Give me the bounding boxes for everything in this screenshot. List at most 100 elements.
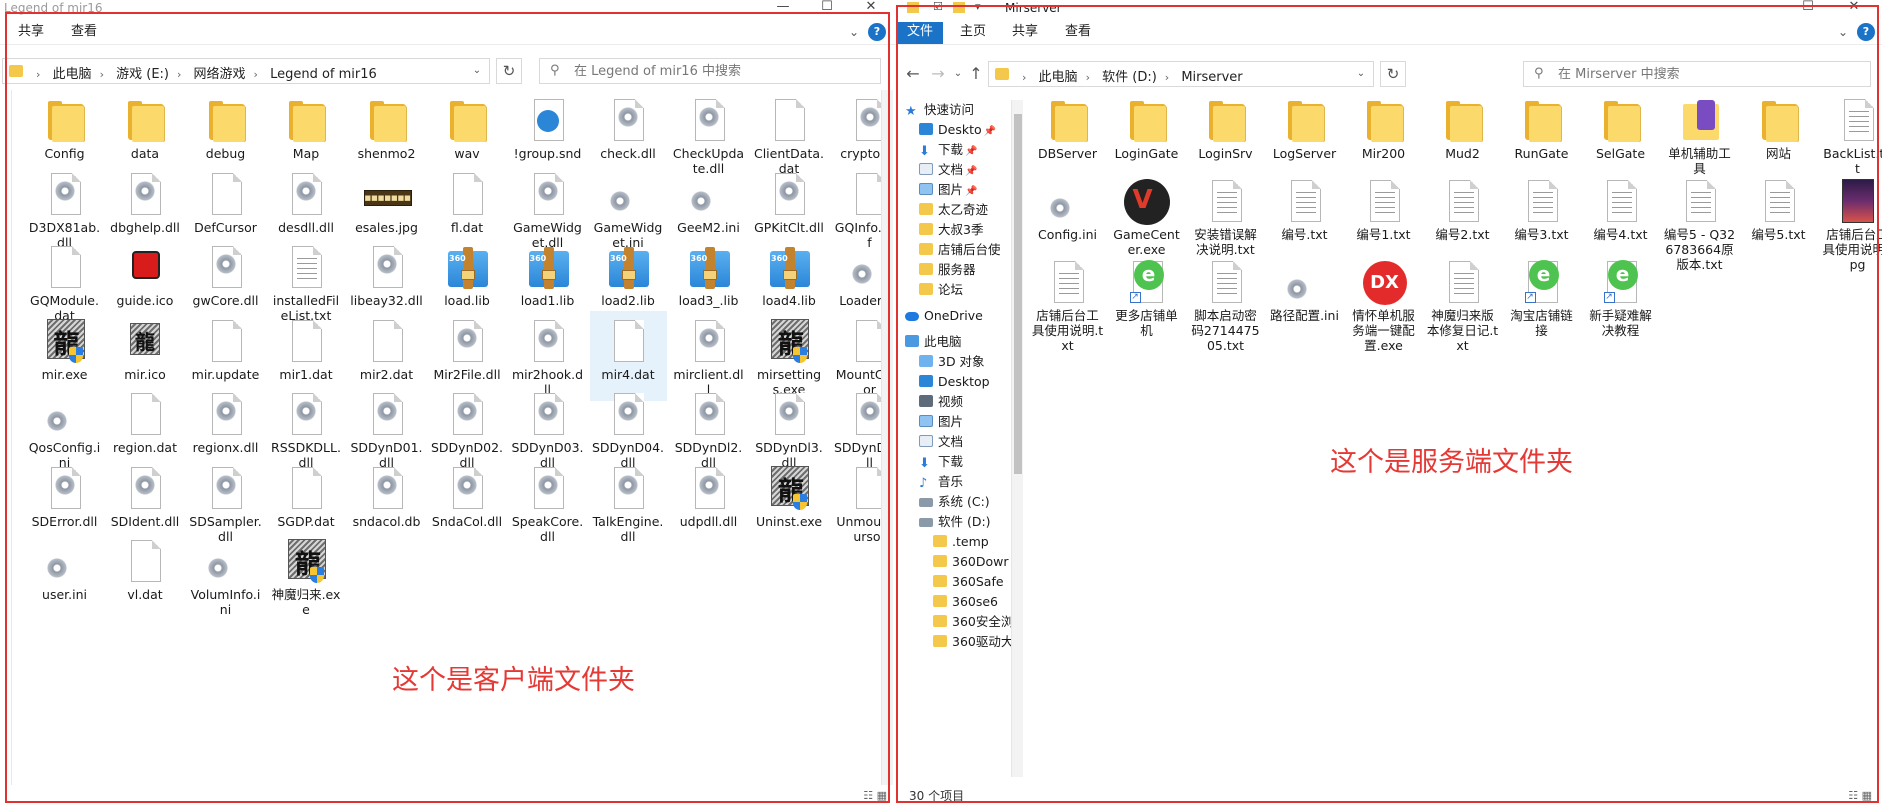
nav-item[interactable]: 软件 (D:)	[919, 512, 991, 532]
right-search-box[interactable]: ⚲	[1523, 61, 1871, 87]
breadcrumb-item[interactable]: 此电脑	[53, 63, 92, 82]
nav-item[interactable]: 大叔3季	[919, 220, 983, 240]
breadcrumb-item[interactable]: 游戏 (E:)	[116, 63, 169, 82]
file-item[interactable]: 龍神魔归来.exe	[268, 531, 345, 621]
right-minimize-button[interactable]: —	[1742, 0, 1770, 17]
nav-item[interactable]: OneDrive	[905, 306, 983, 326]
file-item[interactable]: Config.ini	[1029, 171, 1106, 261]
back-arrow-icon[interactable]: ←	[903, 64, 923, 84]
left-close-button[interactable]: ✕	[857, 0, 885, 17]
file-item[interactable]: 编号5 - Q326783664原版本.txt	[1661, 171, 1738, 272]
nav-item[interactable]: 3D 对象	[919, 352, 985, 372]
file-item[interactable]: 安装错误解决说明.txt	[1187, 171, 1264, 261]
nav-item[interactable]: 360驱动大	[933, 632, 1013, 652]
file-item[interactable]: SpeakCore.dll	[509, 458, 586, 548]
tab-file[interactable]: 文件	[897, 22, 943, 44]
nav-item[interactable]: 视频	[919, 392, 963, 412]
right-close-button[interactable]: ✕	[1840, 0, 1868, 17]
file-item[interactable]: 编号2.txt	[1424, 171, 1501, 261]
left-tab-view[interactable]: 查看	[64, 22, 104, 44]
file-item[interactable]: 神魔归来版本修复日记.txt	[1424, 252, 1501, 353]
right-help-icon[interactable]: ?	[1857, 23, 1875, 41]
nav-item[interactable]: ★ 快速访问	[905, 100, 974, 120]
file-item[interactable]: 编号.txt	[1266, 171, 1343, 261]
breadcrumb-item[interactable]: 软件 (D:)	[1102, 66, 1157, 85]
file-item[interactable]: TalkEngine.dll	[590, 458, 667, 548]
search-input[interactable]	[574, 62, 874, 80]
file-item[interactable]: e ↗ 淘宝店铺链接	[1503, 252, 1580, 342]
left-minimize-button[interactable]: —	[769, 0, 797, 17]
file-item[interactable]: LoginSrv	[1187, 90, 1264, 180]
nav-item[interactable]: 店铺后台使	[919, 240, 1001, 260]
file-item[interactable]: V GameCenter.exe	[1108, 171, 1185, 261]
left-scrollbar[interactable]	[881, 90, 893, 785]
file-item[interactable]: VolumInfo.ini	[187, 531, 264, 621]
file-item[interactable]: 路径配置.ini	[1266, 252, 1343, 342]
left-view-toggle[interactable]: ☷ ▦	[857, 789, 887, 802]
left-help-icon[interactable]: ?	[868, 23, 886, 41]
nav-item[interactable]: 系统 (C:)	[919, 492, 990, 512]
file-item[interactable]: LogServer	[1266, 90, 1343, 180]
left-tab-share[interactable]: 共享	[11, 22, 51, 44]
nav-item[interactable]: 论坛	[919, 280, 963, 300]
file-item[interactable]: DBServer	[1029, 90, 1106, 180]
up-arrow-icon[interactable]: ↑	[966, 64, 986, 84]
customize-toolbar-icon[interactable]: ▾	[975, 0, 981, 13]
nav-item[interactable]: 太乙奇迹	[919, 200, 988, 220]
file-item[interactable]: SndaCol.dll	[429, 458, 506, 548]
right-view-toggle[interactable]: ☷ ▦	[1842, 789, 1872, 802]
left-address-bar[interactable]: › 此电脑 › 游戏 (E:) › 网络游戏 › Legend of mir16 ⌄	[2, 58, 490, 84]
tab-home[interactable]: 主页	[953, 22, 993, 44]
search-input[interactable]	[1558, 65, 1858, 83]
nav-item[interactable]: 360se6	[933, 592, 998, 612]
file-item[interactable]: 编号5.txt	[1740, 171, 1817, 261]
file-item[interactable]: vl.dat	[107, 531, 184, 621]
file-item[interactable]: Mud2	[1424, 90, 1501, 180]
nav-item[interactable]: 图片 📌	[919, 180, 977, 200]
nav-item[interactable]: 360Dowr	[933, 552, 1009, 572]
nav-item[interactable]: ♪ 音乐	[919, 472, 963, 492]
nav-item[interactable]: Desktop	[919, 372, 990, 392]
file-item[interactable]: Mir200	[1345, 90, 1422, 180]
nav-item[interactable]: ⬇ 下载 📌	[919, 140, 977, 160]
file-item[interactable]: user.ini	[26, 531, 103, 621]
nav-item[interactable]: ⬇ 下载	[919, 452, 963, 472]
refresh-button[interactable]: ↻	[1380, 61, 1406, 87]
file-item[interactable]: 店铺后台工具使用说明.txt	[1029, 252, 1106, 353]
file-item[interactable]: BackList.txt	[1819, 90, 1882, 180]
forward-arrow-icon[interactable]: →	[928, 64, 948, 84]
file-item[interactable]: sndacol.db	[348, 458, 425, 548]
address-dropdown-icon[interactable]: ⌄	[1349, 62, 1373, 86]
file-item[interactable]: 编号3.txt	[1503, 171, 1580, 261]
file-item[interactable]: 网站	[1740, 90, 1817, 180]
tab-share[interactable]: 共享	[1005, 22, 1045, 44]
breadcrumb-item[interactable]: 此电脑	[1039, 66, 1078, 85]
left-ribbon-expand-icon[interactable]: ⌄	[845, 23, 863, 41]
file-item[interactable]: udpdll.dll	[670, 458, 747, 548]
nav-item[interactable]: 360Safe	[933, 572, 1004, 592]
file-item[interactable]: 编号4.txt	[1582, 171, 1659, 261]
right-ribbon-expand-icon[interactable]: ⌄	[1834, 23, 1852, 41]
breadcrumb-item[interactable]: Legend of mir16	[270, 67, 377, 82]
breadcrumb-item[interactable]: Mirserver	[1181, 70, 1242, 85]
breadcrumb-item[interactable]: 网络游戏	[194, 63, 246, 82]
file-item[interactable]: RunGate	[1503, 90, 1580, 180]
nav-item[interactable]: 此电脑	[905, 332, 962, 352]
file-item[interactable]: 脚本启动密码271447505.txt	[1187, 252, 1264, 353]
nav-item[interactable]: 图片	[919, 412, 963, 432]
nav-item[interactable]: 文档 📌	[919, 160, 977, 180]
refresh-button[interactable]: ↻	[496, 58, 522, 84]
left-search-box[interactable]: ⚲	[539, 58, 881, 84]
nav-item[interactable]: Deskto 📌	[919, 120, 996, 140]
tab-view[interactable]: 查看	[1058, 22, 1098, 44]
right-address-bar[interactable]: › 此电脑 › 软件 (D:) › Mirserver ⌄	[988, 61, 1374, 87]
nav-item[interactable]: 服务器	[919, 260, 976, 280]
file-item[interactable]: e ↗ 更多店铺单机	[1108, 252, 1185, 342]
quick-access-check-icon[interactable]: ☑	[933, 0, 943, 13]
file-item[interactable]: 店铺后台工具使用说明.jpg	[1819, 171, 1882, 272]
file-item[interactable]: 龍 Uninst.exe	[751, 458, 828, 548]
nav-scroll-thumb[interactable]	[1014, 114, 1022, 474]
file-item[interactable]: e ↗ 新手疑难解决教程	[1582, 252, 1659, 342]
file-item[interactable]: 单机辅助工具	[1661, 90, 1738, 180]
recent-dropdown-icon[interactable]: ⌄	[948, 64, 968, 84]
